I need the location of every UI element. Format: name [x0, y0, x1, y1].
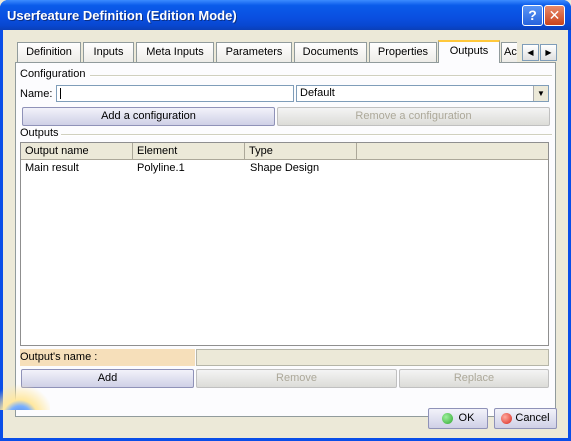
column-output-name[interactable]: Output name	[21, 143, 133, 160]
cell-type: Shape Design	[250, 162, 320, 174]
chevron-down-icon[interactable]: ▼	[533, 86, 548, 101]
configuration-name-input[interactable]	[56, 85, 294, 102]
remove-output-button[interactable]: Remove	[196, 369, 397, 388]
tab-inputs[interactable]: Inputs	[83, 42, 134, 63]
tab-definition[interactable]: Definition	[17, 42, 81, 63]
column-element[interactable]: Element	[133, 143, 245, 160]
configuration-select[interactable]: Default ▼	[296, 85, 549, 102]
close-button[interactable]: ✕	[544, 5, 565, 26]
tab-scroll-right-icon[interactable]: ▶	[540, 44, 557, 61]
ok-icon	[441, 412, 453, 424]
tab-more[interactable]: Ac	[501, 42, 517, 63]
tab-documents[interactable]: Documents	[294, 42, 367, 63]
add-configuration-button[interactable]: Add a configuration	[22, 107, 275, 126]
help-button[interactable]: ?	[522, 5, 543, 26]
tab-properties[interactable]: Properties	[369, 42, 437, 63]
tab-outputs[interactable]: Outputs	[438, 40, 500, 63]
tab-strip: Definition Inputs Meta Inputs Parameters…	[17, 40, 517, 63]
configuration-group-label: Configuration	[20, 68, 86, 80]
configuration-divider	[90, 75, 552, 77]
outputs-divider	[61, 134, 552, 136]
column-type[interactable]: Type	[245, 143, 357, 160]
cell-output-name: Main result	[25, 162, 79, 174]
replace-output-button[interactable]: Replace	[399, 369, 549, 388]
outputs-group-label: Outputs	[20, 127, 59, 139]
output-name-label: Output's name :	[20, 351, 98, 363]
list-header: Output name Element Type	[21, 143, 548, 160]
title-bar[interactable]: Userfeature Definition (Edition Mode) ? …	[0, 0, 571, 30]
ok-button[interactable]: OK	[428, 408, 488, 429]
cancel-label: Cancel	[515, 412, 550, 424]
name-label: Name:	[20, 88, 53, 100]
catia-logo-icon	[0, 378, 50, 410]
text-cursor	[60, 88, 61, 99]
remove-configuration-button[interactable]: Remove a configuration	[277, 107, 550, 126]
tab-meta-inputs[interactable]: Meta Inputs	[136, 42, 214, 63]
cancel-icon	[501, 412, 513, 424]
tab-scroll-left-icon[interactable]: ◀	[522, 44, 539, 61]
configuration-select-value: Default	[300, 87, 335, 99]
cancel-button[interactable]: Cancel	[494, 408, 557, 429]
outputs-list[interactable]: Output name Element Type Main result Pol…	[20, 142, 549, 346]
dialog-window: Userfeature Definition (Edition Mode) ? …	[0, 0, 571, 441]
window-title: Userfeature Definition (Edition Mode)	[7, 8, 237, 23]
tab-parameters[interactable]: Parameters	[216, 42, 292, 63]
output-name-input[interactable]	[196, 349, 549, 366]
output-name-label-area: Output's name :	[20, 349, 195, 366]
ok-label: OK	[458, 412, 475, 424]
cell-element: Polyline.1	[137, 162, 185, 174]
